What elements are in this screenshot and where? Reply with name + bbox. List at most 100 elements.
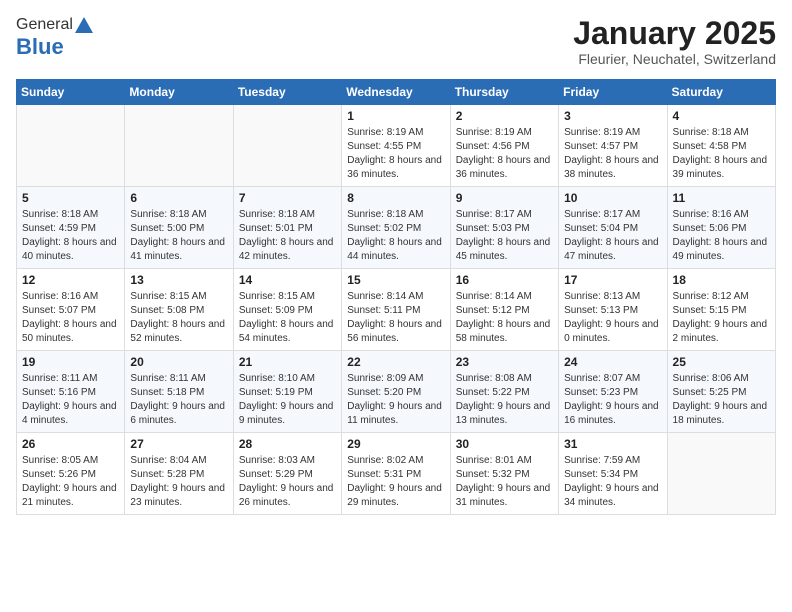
calendar-cell: 25Sunrise: 8:06 AM Sunset: 5:25 PM Dayli… bbox=[667, 351, 775, 433]
weekday-header-row: SundayMondayTuesdayWednesdayThursdayFrid… bbox=[17, 80, 776, 105]
weekday-header-saturday: Saturday bbox=[667, 80, 775, 105]
weekday-header-tuesday: Tuesday bbox=[233, 80, 341, 105]
day-number: 19 bbox=[22, 355, 119, 369]
calendar-cell bbox=[125, 105, 233, 187]
day-info: Sunrise: 8:14 AM Sunset: 5:12 PM Dayligh… bbox=[456, 290, 553, 346]
day-info: Sunrise: 8:06 AM Sunset: 5:25 PM Dayligh… bbox=[673, 372, 770, 428]
calendar-week-row: 12 Sunrise: 8:16 AM Sunset: 5:07 PM Dayli… bbox=[17, 269, 776, 351]
day-number: 10 bbox=[564, 191, 661, 205]
day-number: 30 bbox=[456, 437, 553, 451]
calendar-week-row: 5 Sunrise: 8:18 AM Sunset: 4:59 PM Daylig… bbox=[17, 187, 776, 269]
day-number: 9 bbox=[456, 191, 553, 205]
day-number: 21 bbox=[239, 355, 336, 369]
day-info: Sunrise: 8:14 AM Sunset: 5:11 PM Dayligh… bbox=[347, 290, 444, 346]
calendar-cell: 18 Sunrise: 8:12 AM Sunset: 5:15 PM Dayli… bbox=[667, 269, 775, 351]
logo-triangle-icon bbox=[75, 17, 93, 33]
calendar-cell: 14 Sunrise: 8:15 AM Sunset: 5:09 PM Dayli… bbox=[233, 269, 341, 351]
day-info: Sunrise: 8:19 AM Sunset: 4:56 PM Dayligh… bbox=[456, 126, 553, 182]
day-info: Sunrise: 7:59 AM Sunset: 5:34 PM Dayligh… bbox=[564, 454, 661, 510]
day-number: 18 bbox=[673, 273, 770, 287]
calendar-cell: 26 Sunrise: 8:05 AM Sunset: 5:26 PM Dayli… bbox=[17, 433, 125, 515]
weekday-header-thursday: Thursday bbox=[450, 80, 558, 105]
day-info: Sunrise: 8:18 AM Sunset: 4:58 PM Dayligh… bbox=[673, 126, 770, 182]
calendar-cell bbox=[667, 433, 775, 515]
calendar-cell: 30 Sunrise: 8:01 AM Sunset: 5:32 PM Dayli… bbox=[450, 433, 558, 515]
day-number: 29 bbox=[347, 437, 444, 451]
day-number: 12 bbox=[22, 273, 119, 287]
day-number: 13 bbox=[130, 273, 227, 287]
calendar-cell: 13Sunrise: 8:15 AM Sunset: 5:08 PM Dayli… bbox=[125, 269, 233, 351]
calendar-cell: 3 Sunrise: 8:19 AM Sunset: 4:57 PM Daylig… bbox=[559, 105, 667, 187]
calendar-cell: 1 Sunrise: 8:19 AM Sunset: 4:55 PM Daylig… bbox=[342, 105, 450, 187]
logo-general-text: General bbox=[16, 16, 73, 34]
day-number: 22 bbox=[347, 355, 444, 369]
month-title: January 2025 bbox=[573, 16, 776, 51]
day-info: Sunrise: 8:16 AM Sunset: 5:07 PM Dayligh… bbox=[22, 290, 119, 346]
calendar-cell: 10 Sunrise: 8:17 AM Sunset: 5:04 PM Dayli… bbox=[559, 187, 667, 269]
day-info: Sunrise: 8:01 AM Sunset: 5:32 PM Dayligh… bbox=[456, 454, 553, 510]
calendar-cell: 20 Sunrise: 8:11 AM Sunset: 5:18 PM Dayli… bbox=[125, 351, 233, 433]
day-number: 5 bbox=[22, 191, 119, 205]
day-number: 6 bbox=[130, 191, 227, 205]
logo-blue-text: Blue bbox=[16, 34, 64, 60]
day-number: 16 bbox=[456, 273, 553, 287]
calendar-cell: 23Sunrise: 8:08 AM Sunset: 5:22 PM Dayli… bbox=[450, 351, 558, 433]
day-number: 24 bbox=[564, 355, 661, 369]
day-info: Sunrise: 8:15 AM Sunset: 5:09 PM Dayligh… bbox=[239, 290, 336, 346]
calendar-cell: 8 Sunrise: 8:18 AM Sunset: 5:02 PM Daylig… bbox=[342, 187, 450, 269]
day-number: 7 bbox=[239, 191, 336, 205]
day-info: Sunrise: 8:13 AM Sunset: 5:13 PM Dayligh… bbox=[564, 290, 661, 346]
calendar-cell: 9 Sunrise: 8:17 AM Sunset: 5:03 PM Daylig… bbox=[450, 187, 558, 269]
calendar-cell: 15 Sunrise: 8:14 AM Sunset: 5:11 PM Dayli… bbox=[342, 269, 450, 351]
day-number: 31 bbox=[564, 437, 661, 451]
day-number: 3 bbox=[564, 109, 661, 123]
calendar-cell: 11 Sunrise: 8:16 AM Sunset: 5:06 PM Dayli… bbox=[667, 187, 775, 269]
calendar-cell: 19Sunrise: 8:11 AM Sunset: 5:16 PM Dayli… bbox=[17, 351, 125, 433]
calendar-week-row: 1 Sunrise: 8:19 AM Sunset: 4:55 PM Daylig… bbox=[17, 105, 776, 187]
calendar-cell: 4 Sunrise: 8:18 AM Sunset: 4:58 PM Daylig… bbox=[667, 105, 775, 187]
day-info: Sunrise: 8:19 AM Sunset: 4:55 PM Dayligh… bbox=[347, 126, 444, 182]
day-info: Sunrise: 8:16 AM Sunset: 5:06 PM Dayligh… bbox=[673, 208, 770, 264]
day-info: Sunrise: 8:18 AM Sunset: 4:59 PM Dayligh… bbox=[22, 208, 119, 264]
day-info: Sunrise: 8:07 AM Sunset: 5:23 PM Dayligh… bbox=[564, 372, 661, 428]
calendar-cell: 31 Sunrise: 7:59 AM Sunset: 5:34 PM Dayli… bbox=[559, 433, 667, 515]
day-number: 26 bbox=[22, 437, 119, 451]
day-info: Sunrise: 8:19 AM Sunset: 4:57 PM Dayligh… bbox=[564, 126, 661, 182]
location-text: Fleurier, Neuchatel, Switzerland bbox=[573, 51, 776, 67]
day-number: 23 bbox=[456, 355, 553, 369]
calendar-cell bbox=[17, 105, 125, 187]
day-info: Sunrise: 8:03 AM Sunset: 5:29 PM Dayligh… bbox=[239, 454, 336, 510]
calendar-cell: 12 Sunrise: 8:16 AM Sunset: 5:07 PM Dayli… bbox=[17, 269, 125, 351]
weekday-header-monday: Monday bbox=[125, 80, 233, 105]
day-number: 20 bbox=[130, 355, 227, 369]
day-number: 2 bbox=[456, 109, 553, 123]
day-info: Sunrise: 8:17 AM Sunset: 5:03 PM Dayligh… bbox=[456, 208, 553, 264]
day-number: 28 bbox=[239, 437, 336, 451]
day-number: 11 bbox=[673, 191, 770, 205]
day-info: Sunrise: 8:18 AM Sunset: 5:02 PM Dayligh… bbox=[347, 208, 444, 264]
day-number: 15 bbox=[347, 273, 444, 287]
calendar-cell: 6Sunrise: 8:18 AM Sunset: 5:00 PM Daylig… bbox=[125, 187, 233, 269]
weekday-header-sunday: Sunday bbox=[17, 80, 125, 105]
day-info: Sunrise: 8:04 AM Sunset: 5:28 PM Dayligh… bbox=[130, 454, 227, 510]
day-info: Sunrise: 8:18 AM Sunset: 5:01 PM Dayligh… bbox=[239, 208, 336, 264]
logo: General Blue bbox=[16, 16, 93, 60]
page-header: General Blue January 2025 Fleurier, Neuc… bbox=[16, 16, 776, 67]
day-number: 1 bbox=[347, 109, 444, 123]
calendar-week-row: 19Sunrise: 8:11 AM Sunset: 5:16 PM Dayli… bbox=[17, 351, 776, 433]
calendar-cell: 22 Sunrise: 8:09 AM Sunset: 5:20 PM Dayli… bbox=[342, 351, 450, 433]
day-info: Sunrise: 8:11 AM Sunset: 5:18 PM Dayligh… bbox=[130, 372, 227, 428]
title-block: January 2025 Fleurier, Neuchatel, Switze… bbox=[573, 16, 776, 67]
day-number: 14 bbox=[239, 273, 336, 287]
day-number: 17 bbox=[564, 273, 661, 287]
day-info: Sunrise: 8:05 AM Sunset: 5:26 PM Dayligh… bbox=[22, 454, 119, 510]
calendar-cell: 5 Sunrise: 8:18 AM Sunset: 4:59 PM Daylig… bbox=[17, 187, 125, 269]
day-info: Sunrise: 8:17 AM Sunset: 5:04 PM Dayligh… bbox=[564, 208, 661, 264]
calendar-cell: 28 Sunrise: 8:03 AM Sunset: 5:29 PM Dayli… bbox=[233, 433, 341, 515]
day-number: 4 bbox=[673, 109, 770, 123]
day-info: Sunrise: 8:12 AM Sunset: 5:15 PM Dayligh… bbox=[673, 290, 770, 346]
calendar-cell: 7 Sunrise: 8:18 AM Sunset: 5:01 PM Daylig… bbox=[233, 187, 341, 269]
day-info: Sunrise: 8:09 AM Sunset: 5:20 PM Dayligh… bbox=[347, 372, 444, 428]
day-number: 8 bbox=[347, 191, 444, 205]
calendar-week-row: 26 Sunrise: 8:05 AM Sunset: 5:26 PM Dayli… bbox=[17, 433, 776, 515]
